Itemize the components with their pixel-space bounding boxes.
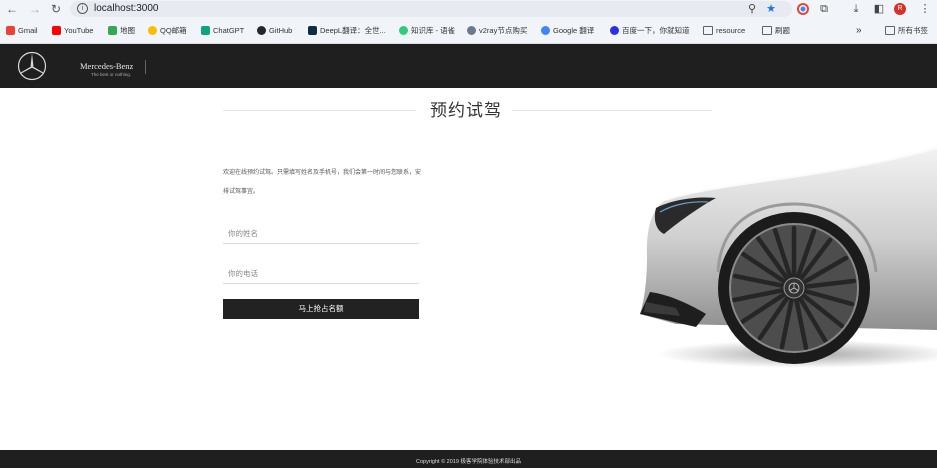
header-divider	[145, 60, 146, 74]
chatgpt-icon	[201, 25, 210, 35]
puzzle-icon[interactable]: ⧉	[818, 3, 830, 15]
address-bar[interactable]	[70, 1, 792, 17]
site-header: Mercedes-Benz The best or nothing.	[0, 44, 937, 88]
bookmark-baidu[interactable]: 百度一下，你就知道	[610, 25, 690, 37]
bookmark-yuque[interactable]: 知识库 - 语雀	[399, 25, 455, 37]
baidu-icon	[610, 25, 619, 35]
bookmark-folder-resource[interactable]: resource	[703, 25, 745, 37]
page-title: 预约试驾	[430, 101, 502, 120]
bookmark-gmail[interactable]: Gmail	[6, 25, 38, 37]
qqmail-icon	[148, 25, 157, 35]
download-icon[interactable]: ⤓	[850, 3, 862, 15]
bookmark-v2ray[interactable]: v2ray节点购买	[467, 25, 527, 37]
browser-toolbar: ← → ↻ i localhost:3000 ⚲ ★ ⧉ ⤓ ◧ R ⋮	[0, 0, 937, 19]
v2ray-icon	[467, 25, 476, 35]
brand-name: Mercedes-Benz	[80, 61, 134, 71]
bookmark-maps[interactable]: 地图	[108, 25, 135, 37]
mercedes-star-logo[interactable]	[17, 51, 47, 81]
title-divider-left	[223, 110, 416, 111]
folder-icon	[885, 25, 895, 35]
bookmark-github[interactable]: GitHub	[257, 25, 292, 37]
folder-icon	[762, 25, 772, 35]
bookmarks-overflow-button[interactable]: »	[856, 25, 862, 37]
youtube-icon	[52, 25, 61, 35]
bookmark-chatgpt[interactable]: ChatGPT	[201, 25, 244, 37]
copyright-text: Copyright © 2019 极客学院体验技术部出品	[416, 459, 521, 465]
profile-avatar[interactable]: R	[894, 3, 906, 15]
site-footer: Copyright © 2019 极客学院体验技术部出品	[0, 450, 937, 468]
brand-tagline: The best or nothing.	[91, 72, 132, 77]
bookmark-deepl[interactable]: DeepL翻译：全世...	[308, 25, 386, 37]
name-input[interactable]	[223, 224, 419, 244]
bookmark-youtube[interactable]: YouTube	[52, 25, 93, 37]
bookmarks-bar: Gmail YouTube 地图 QQ邮箱 ChatGPT GitHub Dee…	[0, 19, 937, 44]
bookmark-google-translate[interactable]: Google 翻译	[541, 25, 594, 37]
url-text[interactable]: localhost:3000	[94, 2, 159, 16]
github-icon	[257, 25, 266, 35]
submit-button[interactable]: 马上抢占名额	[223, 299, 419, 319]
forward-icon[interactable]: →	[29, 2, 41, 16]
all-bookmarks-button[interactable]: 所有书签	[885, 25, 928, 37]
google-translate-icon	[541, 25, 550, 35]
reload-icon[interactable]: ↻	[51, 2, 61, 16]
phone-input[interactable]	[223, 264, 419, 284]
deepl-icon	[308, 25, 317, 35]
gmail-icon	[6, 25, 15, 35]
menu-icon[interactable]: ⋮	[919, 3, 931, 15]
maps-icon	[108, 25, 117, 35]
yuque-icon	[399, 25, 408, 35]
bookmark-folder-shuati[interactable]: 刷题	[762, 25, 790, 37]
extension-icon[interactable]	[797, 3, 809, 15]
bookmark-qqmail[interactable]: QQ邮箱	[148, 25, 187, 37]
back-icon[interactable]: ←	[6, 2, 18, 16]
zoom-icon[interactable]: ⚲	[746, 3, 758, 15]
intro-text: 欢迎在线预约试驾。只需填写姓名及手机号，我们会第一时间与您联系，安排试驾事宜。	[223, 170, 422, 195]
site-info-icon[interactable]: i	[77, 3, 88, 14]
car-image	[640, 147, 937, 368]
bookmark-star-icon[interactable]: ★	[765, 3, 777, 15]
folder-icon	[703, 25, 713, 35]
sidepanel-icon[interactable]: ◧	[873, 3, 885, 15]
title-divider-right	[512, 110, 712, 111]
